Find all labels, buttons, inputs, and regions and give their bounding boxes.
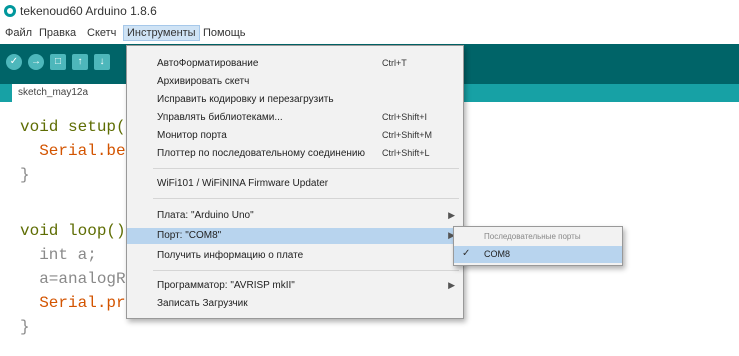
menu-item-fix-encoding[interactable]: Исправить кодировку и перезагрузить bbox=[127, 92, 463, 108]
menu-item-archive-sketch[interactable]: Архивировать скетч bbox=[127, 74, 463, 90]
code-line: } bbox=[20, 318, 30, 336]
menu-separator bbox=[153, 168, 459, 169]
tab-sketch[interactable]: sketch_may12a bbox=[12, 84, 138, 102]
submenu-item-label: COM8 bbox=[484, 249, 511, 259]
arduino-logo-icon bbox=[4, 5, 16, 17]
title-bar: tekenoud60 Arduino 1.8.6 bbox=[0, 0, 739, 22]
window-title: tekenoud60 Arduino 1.8.6 bbox=[20, 4, 157, 18]
menu-item-board[interactable]: Плата: "Arduino Uno" ▶ bbox=[127, 208, 463, 224]
menu-item-programmer[interactable]: Программатор: "AVRISP mkII" ▶ bbox=[127, 278, 463, 294]
menu-item-autoformat[interactable]: АвтоФорматирование Ctrl+T bbox=[127, 56, 463, 72]
verify-button[interactable]: ✓ bbox=[6, 54, 22, 70]
tools-dropdown-menu: АвтоФорматирование Ctrl+T Архивировать ск… bbox=[126, 45, 464, 319]
menu-item-serial-monitor[interactable]: Монитор порта Ctrl+Shift+M bbox=[127, 128, 463, 144]
port-submenu: Последовательные порты ✓ COM8 bbox=[453, 226, 623, 266]
menu-item-burn-bootloader[interactable]: Записать Загрузчик bbox=[127, 296, 463, 312]
menu-item-board-info[interactable]: Получить информацию о плате bbox=[127, 248, 463, 264]
save-button[interactable]: ↓ bbox=[94, 54, 110, 70]
menu-separator bbox=[153, 270, 459, 271]
open-button[interactable]: ↑ bbox=[72, 54, 88, 70]
code-line: int a; bbox=[20, 246, 97, 264]
checkmark-icon: ✓ bbox=[462, 248, 471, 259]
menu-item-serial-plotter[interactable]: Плоттер по последовательному соединению C… bbox=[127, 146, 463, 162]
menu-bar: Файл Правка Скетч Инструменты Помощь bbox=[0, 24, 739, 42]
menu-edit[interactable]: Правка bbox=[36, 26, 79, 40]
upload-button[interactable]: → bbox=[28, 54, 44, 70]
menu-help[interactable]: Помощь bbox=[200, 26, 249, 40]
menu-file[interactable]: Файл bbox=[2, 26, 35, 40]
menu-item-manage-libraries[interactable]: Управлять библиотеками... Ctrl+Shift+I bbox=[127, 110, 463, 126]
menu-separator bbox=[153, 198, 459, 199]
submenu-item-com8[interactable]: ✓ COM8 bbox=[454, 246, 622, 263]
new-button[interactable]: □ bbox=[50, 54, 66, 70]
submenu-header: Последовательные порты bbox=[484, 232, 581, 241]
chevron-right-icon: ▶ bbox=[448, 210, 455, 220]
menu-tools[interactable]: Инструменты bbox=[123, 25, 200, 41]
code-line: void loop(){ bbox=[20, 222, 136, 240]
menu-item-port[interactable]: Порт: "COM8" ▶ bbox=[127, 228, 463, 244]
menu-sketch[interactable]: Скетч bbox=[84, 26, 119, 40]
menu-item-firmware-updater[interactable]: WiFi101 / WiFiNINA Firmware Updater bbox=[127, 176, 463, 192]
code-line: } bbox=[20, 166, 30, 184]
chevron-right-icon: ▶ bbox=[448, 280, 455, 290]
